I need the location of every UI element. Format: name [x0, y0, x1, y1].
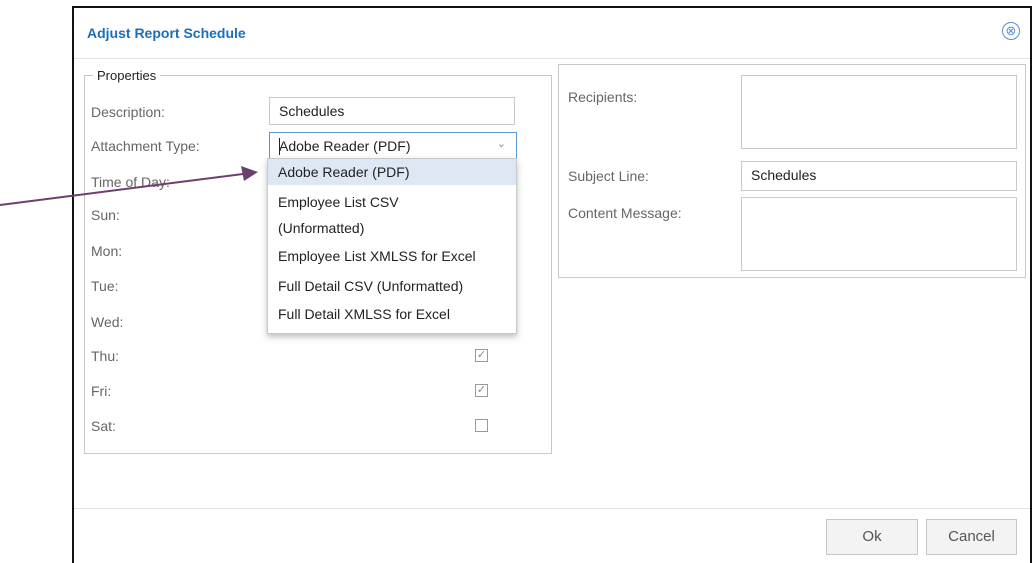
content-message-label: Content Message: — [568, 205, 682, 221]
subject-line-input[interactable]: Schedules — [741, 161, 1017, 191]
attachment-type-value: Adobe Reader (PDF) — [279, 138, 411, 154]
description-input[interactable]: Schedules — [269, 97, 515, 125]
email-panel: Recipients: Subject Line: Schedules Cont… — [558, 64, 1026, 278]
day-label-mon: Mon: — [91, 243, 123, 259]
day-label-sun: Sun: — [91, 207, 120, 223]
dropdown-option-employee-xmlss[interactable]: Employee List XMLSS for Excel — [268, 243, 516, 269]
attachment-type-dropdown: Adobe Reader (PDF) Employee List CSV (Un… — [267, 158, 517, 334]
fri-checkbox[interactable]: ✓ — [475, 384, 488, 397]
dialog-title: Adjust Report Schedule — [87, 25, 246, 41]
dropdown-option-employee-csv-line2[interactable]: (Unformatted) — [268, 215, 516, 241]
text-caret — [279, 138, 280, 155]
day-label-fri: Fri: — [91, 383, 112, 399]
sat-checkbox[interactable] — [475, 419, 488, 432]
properties-legend: Properties — [97, 68, 157, 83]
adjust-report-schedule-dialog: Adjust Report Schedule ⊗ Properties Desc… — [72, 6, 1032, 563]
day-label-sat: Sat: — [91, 418, 116, 434]
dropdown-option-full-csv[interactable]: Full Detail CSV (Unformatted) — [268, 273, 516, 299]
subject-line-label: Subject Line: — [568, 168, 649, 184]
cancel-button[interactable]: Cancel — [926, 519, 1017, 555]
day-label-wed: Wed: — [91, 314, 124, 330]
time-of-day-label: Time of Day: — [91, 174, 170, 190]
recipients-textarea[interactable] — [741, 75, 1017, 149]
attachment-type-select[interactable]: Adobe Reader (PDF) ⌄ — [269, 132, 517, 160]
close-icon[interactable]: ⊗ — [1002, 22, 1020, 40]
content-message-textarea[interactable] — [741, 197, 1017, 271]
footer-divider — [74, 508, 1030, 509]
day-label-thu: Thu: — [91, 348, 120, 364]
dialog-titlebar: Adjust Report Schedule ⊗ — [74, 8, 1030, 59]
recipients-label: Recipients: — [568, 89, 638, 105]
dropdown-option-employee-csv[interactable]: Employee List CSV — [268, 189, 516, 215]
ok-button[interactable]: Ok — [826, 519, 918, 555]
description-label: Description: — [91, 104, 165, 120]
attachment-type-label: Attachment Type: — [91, 138, 200, 154]
thu-checkbox[interactable]: ✓ — [475, 349, 488, 362]
chevron-down-icon[interactable]: ⌄ — [497, 137, 506, 150]
day-label-tue: Tue: — [91, 278, 119, 294]
dropdown-option-full-xmlss[interactable]: Full Detail XMLSS for Excel — [268, 301, 516, 327]
dropdown-option-adobe-pdf[interactable]: Adobe Reader (PDF) — [268, 159, 516, 185]
